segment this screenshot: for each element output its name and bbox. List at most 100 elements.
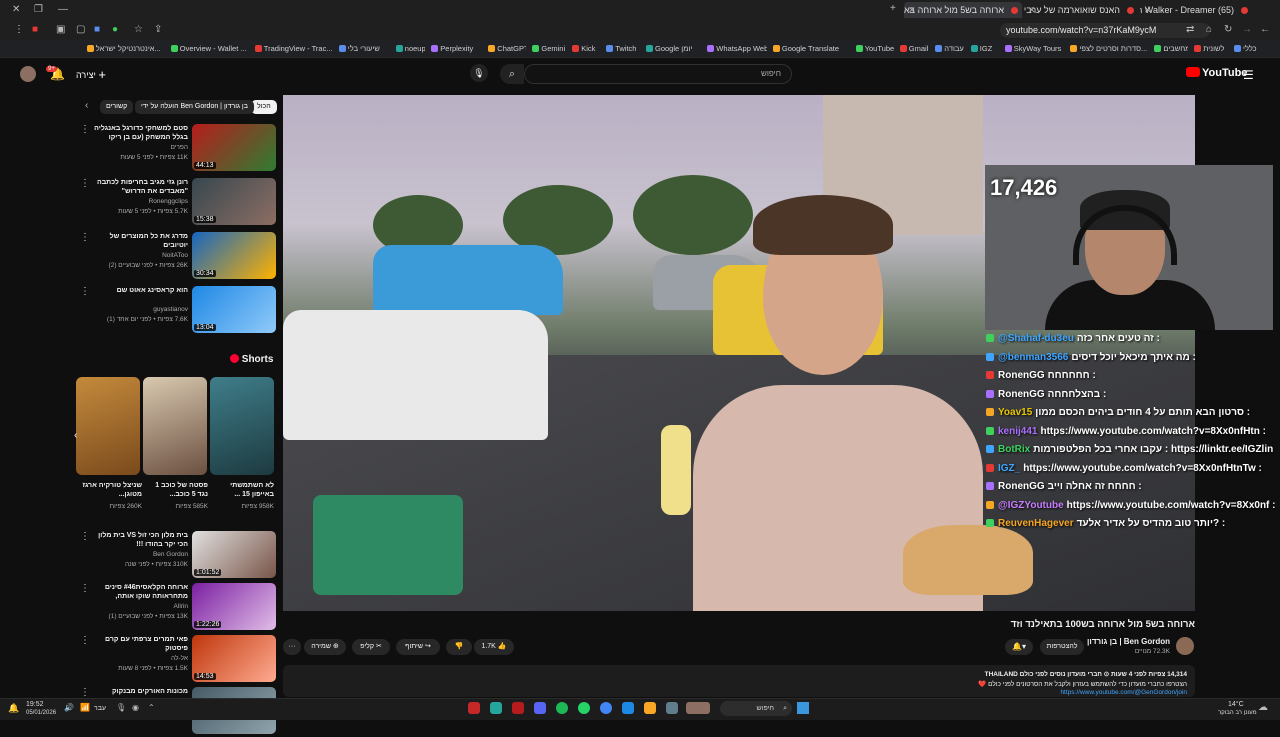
recommendation-thumbnail[interactable]: 1:22:26: [192, 583, 276, 630]
short-thumbnail[interactable]: [143, 377, 207, 475]
chat-username[interactable]: RonenGG: [998, 370, 1045, 381]
extension-icon[interactable]: ■: [94, 24, 100, 35]
chip-uploader[interactable]: הועלה על ידי Ben Gordon | בן גורדון: [135, 100, 254, 114]
clip-button[interactable]: קליפ ✂: [352, 639, 390, 655]
share-button[interactable]: שיתוף ↪: [396, 639, 440, 655]
join-button[interactable]: להצטרפות: [1040, 639, 1084, 655]
bookmark-item[interactable]: עבודה: [933, 44, 965, 53]
bookmark-item[interactable]: TradingView - Trac...: [253, 44, 333, 53]
recommendation-channel[interactable]: Ronenggclips: [94, 198, 188, 205]
taskbar-app-icon[interactable]: [468, 702, 480, 714]
wifi-icon[interactable]: 📶: [80, 703, 90, 712]
spotify-icon[interactable]: [556, 702, 568, 714]
microphone-icon[interactable]: 🎙: [116, 703, 126, 712]
extension-icon[interactable]: ■: [32, 24, 38, 35]
chat-username[interactable]: Yoav15: [998, 407, 1032, 418]
bookmark-star-icon[interactable]: ☆: [134, 24, 143, 35]
chat-username[interactable]: @benman3566: [998, 352, 1068, 363]
bookmark-item[interactable]: שיעורי בלי: [337, 44, 390, 53]
recommendation-thumbnail[interactable]: 1:01:52: [192, 531, 276, 578]
language-indicator[interactable]: עבר: [94, 705, 106, 712]
tab-3[interactable]: ✕ Alan Walker - Dreamer (65): [1140, 2, 1252, 18]
recommendation-item[interactable]: ⋮ הוא קראסינג אאוט שם guyastianov 7.6K צפיו…: [80, 286, 280, 336]
chat-username[interactable]: BotRix: [998, 444, 1030, 455]
tab-2[interactable]: ✕ האנס שואוארמה של ערבים (65): [1024, 2, 1138, 18]
extension-icon[interactable]: ●: [112, 24, 118, 35]
bookmark-item[interactable]: noeup: [394, 44, 425, 53]
save-button[interactable]: שמירה ⊕: [304, 639, 346, 655]
recommendation-title[interactable]: פאי תמרים צרפתי עם קרם פיסטוק: [94, 635, 188, 653]
reload-icon[interactable]: ↻: [1224, 24, 1232, 35]
chat-username[interactable]: ReuvenHagever: [998, 518, 1074, 529]
close-window-icon[interactable]: ✕: [12, 4, 20, 15]
recommendation-thumbnail[interactable]: 15:38: [192, 178, 276, 225]
short-thumbnail[interactable]: [76, 377, 140, 475]
more-actions-icon[interactable]: ···: [283, 639, 301, 655]
recommendation-item[interactable]: ⋮ פאי תמרים צרפתי עם קרם פיסטוק אל-לה 1.5K …: [80, 635, 280, 685]
bookmark-item[interactable]: Google Translate: [771, 44, 850, 53]
bookmark-item[interactable]: WhatsApp Web: [705, 44, 767, 53]
short-title[interactable]: פסטה של כוכב 1 נגד 5 כוכב...: [148, 481, 208, 499]
chip-all[interactable]: הכול: [251, 100, 277, 114]
bookmark-item[interactable]: SkyWay Tours: [1003, 44, 1065, 53]
chat-username[interactable]: @Shahaf-du3eu: [998, 333, 1074, 344]
chips-scroll-left-icon[interactable]: ‹: [85, 100, 88, 111]
bookmark-item[interactable]: אינטרנטיקל ישראל...: [85, 44, 165, 53]
recommendation-item[interactable]: ⋮ מדרג את כל המוצרים של יוטיובים NoitAToo 2…: [80, 232, 280, 282]
recommendation-title[interactable]: ארוחה הקלאסית#46 סינים מתחראותה שוקו אות…: [94, 583, 188, 601]
bookmark-item[interactable]: IGZ: [969, 44, 999, 53]
recommendation-item[interactable]: ⋮ סטם למשחקי כדורגל באנגליה בגלל המשחק (ע…: [80, 124, 280, 174]
bookmark-item[interactable]: Twitch: [604, 44, 640, 53]
bookmark-item[interactable]: Gmail: [898, 44, 930, 53]
recommendation-channel[interactable]: guyastianov: [94, 306, 188, 313]
bookmark-item[interactable]: YouTube: [854, 44, 894, 53]
search-icon[interactable]: ⌕: [500, 64, 524, 84]
chat-username[interactable]: kenij441: [998, 426, 1037, 437]
chat-username[interactable]: RonenGG: [998, 389, 1045, 400]
recommendation-thumbnail[interactable]: 13:04: [192, 286, 276, 333]
minimize-window-icon[interactable]: —: [58, 4, 68, 15]
shorts-prev-icon[interactable]: ‹: [74, 430, 77, 441]
recommendation-channel[interactable]: אל-לה: [94, 655, 188, 662]
camera-icon[interactable]: ◉: [132, 703, 139, 712]
short-title[interactable]: שניצל טורקיה ארגז מטוגן...: [82, 481, 142, 499]
recommendation-title[interactable]: מכונות האורקים מבנקוק: [94, 687, 188, 696]
taskbar-search[interactable]: חיפוש ⌕: [720, 701, 792, 716]
menu-icon[interactable]: ⋮: [14, 24, 24, 35]
search-input[interactable]: חיפוש: [524, 64, 792, 84]
microphone-icon[interactable]: 🎙: [470, 64, 488, 82]
recommendation-title[interactable]: מדרג את כל המוצרים של יוטיובים: [94, 232, 188, 250]
recommendation-channel[interactable]: Ben Gordon: [94, 551, 188, 558]
more-options-icon[interactable]: ⋮: [80, 635, 90, 646]
recommendation-item[interactable]: ⋮ רונן גזי מגיב בחריפות לכתבה "מאבדים את …: [80, 178, 280, 228]
create-button[interactable]: + יצירה: [76, 66, 106, 84]
like-button[interactable]: 1.7K 👍: [474, 639, 514, 655]
address-bar[interactable]: youtube.com/watch?v=n37rKaM9ycM: [1000, 23, 1210, 38]
bookmark-item[interactable]: Overview - Wallet ...: [169, 44, 249, 53]
bookmark-item[interactable]: Kick: [570, 44, 600, 53]
chip-related[interactable]: קשורים: [100, 100, 134, 114]
more-options-icon[interactable]: ⋮: [80, 124, 90, 135]
chat-username[interactable]: IGZ_: [998, 463, 1020, 474]
chat-username[interactable]: @IGZYoutube: [998, 500, 1064, 511]
close-tab-icon[interactable]: ✕: [908, 2, 916, 18]
bookmark-item[interactable]: ChatGPT: [486, 44, 526, 53]
more-options-icon[interactable]: ⋮: [80, 687, 90, 698]
taskbar-app-icon[interactable]: [512, 702, 524, 714]
recommendation-thumbnail[interactable]: 44:13: [192, 124, 276, 171]
photos-icon[interactable]: [622, 702, 634, 714]
file-explorer-icon[interactable]: [644, 702, 656, 714]
bookmark-item[interactable]: מחשבים: [1152, 44, 1188, 53]
recommendation-channel[interactable]: הפרים: [94, 144, 188, 151]
forward-icon[interactable]: →: [1242, 24, 1252, 35]
tray-overflow-icon[interactable]: ⌃: [148, 703, 155, 712]
channel-avatar[interactable]: [1176, 637, 1194, 655]
short-thumbnail[interactable]: [210, 377, 274, 475]
back-icon[interactable]: ←: [1260, 24, 1270, 35]
chrome-icon[interactable]: [600, 702, 612, 714]
recommendation-title[interactable]: רונן גזי מגיב בחריפות לכתבה "מאבדים את ה…: [94, 178, 188, 196]
recommendation-title[interactable]: בית מלון הכי זול VS בית מלון הכי יקר בהו…: [94, 531, 188, 549]
restore-window-icon[interactable]: ❐: [34, 4, 43, 15]
more-options-icon[interactable]: ⋮: [80, 583, 90, 594]
chat-username[interactable]: RonenGG: [998, 481, 1045, 492]
